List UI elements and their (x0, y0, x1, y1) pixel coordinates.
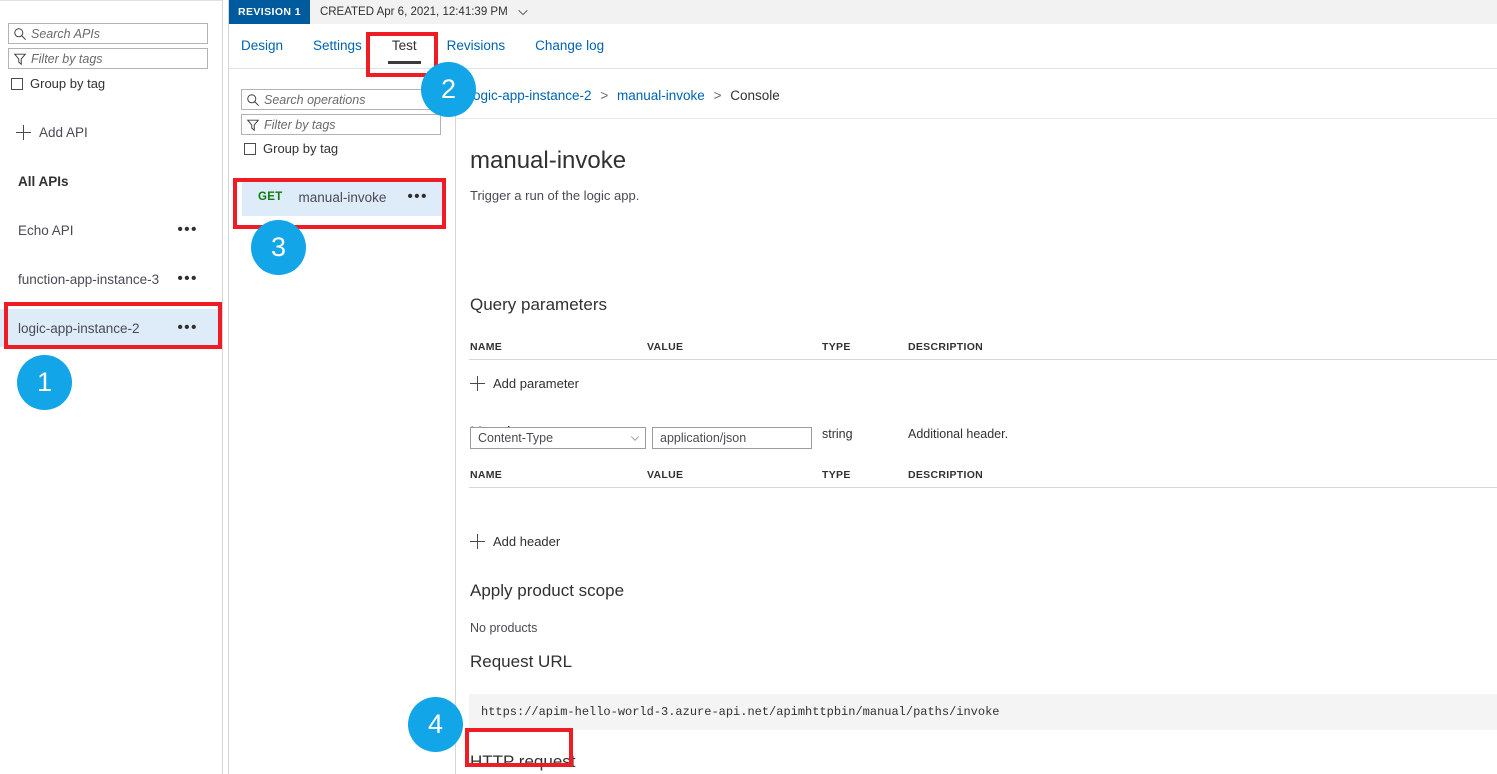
filter-by-tags-placeholder: Filter by tags (31, 52, 103, 66)
revision-badge: REVISION 1 (229, 0, 310, 24)
more-options-icon[interactable]: ••• (177, 324, 198, 332)
header-name-select[interactable]: Content-Type (470, 427, 646, 449)
step-badge-4: 4 (408, 697, 463, 752)
api-tab-strip: Design Settings Test Revisions Change lo… (229, 24, 1497, 68)
request-url-heading: Request URL (470, 652, 572, 672)
tab-change-log[interactable]: Change log (535, 38, 604, 55)
api-name: logic-app-instance-2 (18, 321, 140, 336)
sidebar-item-logic-app-instance-2[interactable]: logic-app-instance-2 ••• (0, 309, 222, 347)
qp-column-name: NAME (470, 341, 502, 353)
tab-design[interactable]: Design (241, 38, 283, 55)
product-scope-heading: Apply product scope (470, 581, 624, 601)
search-icon (13, 27, 27, 41)
hd-column-description: DESCRIPTION (908, 469, 983, 481)
query-parameters-heading: Query parameters (470, 295, 607, 315)
sidebar-divider (222, 0, 223, 774)
breadcrumb-item-api[interactable]: logic-app-instance-2 (470, 88, 592, 103)
breadcrumb-item-operation[interactable]: manual-invoke (617, 88, 705, 103)
operation-description: Trigger a run of the logic app. (470, 188, 639, 203)
search-icon (246, 93, 260, 107)
qp-column-description: DESCRIPTION (908, 341, 983, 353)
filter-icon (13, 52, 27, 66)
sidebar-item-echo-api[interactable]: Echo API ••• (0, 211, 222, 249)
search-apis-placeholder: Search APIs (31, 27, 100, 41)
page-title: manual-invoke (470, 147, 626, 175)
operations-group-by-tag-checkbox[interactable]: Group by tag (244, 141, 338, 156)
group-by-tag-label: Group by tag (30, 76, 105, 91)
operation-item-manual-invoke[interactable]: GET manual-invoke ••• (242, 178, 442, 216)
test-console: logic-app-instance-2 > manual-invoke > C… (456, 69, 1497, 774)
revision-bar: REVISION 1 CREATED Apr 6, 2021, 12:41:39… (229, 0, 1497, 24)
qp-column-value: VALUE (647, 341, 683, 353)
all-apis-heading: All APIs (18, 174, 69, 189)
breadcrumb: logic-app-instance-2 > manual-invoke > C… (470, 88, 780, 103)
checkbox-box (244, 143, 256, 155)
hd-column-type: TYPE (822, 469, 851, 481)
step-badge-2: 2 (421, 62, 476, 117)
request-url-box: https://apim-hello-world-3.azure-api.net… (469, 694, 1497, 730)
more-options-icon[interactable]: ••• (177, 275, 198, 283)
add-header-label: Add header (493, 534, 560, 549)
header-type-cell: string (822, 427, 853, 441)
tab-revisions[interactable]: Revisions (447, 38, 506, 55)
plus-icon (470, 534, 485, 549)
hd-column-value: VALUE (647, 469, 683, 481)
add-api-label: Add API (39, 125, 88, 140)
hd-column-name: NAME (470, 469, 502, 481)
add-parameter-label: Add parameter (493, 376, 579, 391)
more-options-icon[interactable]: ••• (177, 226, 198, 234)
filter-icon (246, 118, 260, 132)
search-apis-input[interactable]: Search APIs (8, 23, 208, 44)
operations-group-by-tag-label: Group by tag (263, 141, 338, 156)
filter-by-tags-input[interactable]: Filter by tags (8, 48, 208, 69)
breadcrumb-separator: > (714, 88, 722, 103)
search-operations-input[interactable]: Search operations (241, 89, 441, 110)
operations-filter-placeholder: Filter by tags (264, 118, 336, 132)
step-badge-1: 1 (17, 355, 72, 410)
http-request-heading: HTTP request (470, 752, 576, 772)
step-badge-3: 3 (251, 220, 306, 275)
chevron-down-icon[interactable] (516, 5, 530, 19)
breadcrumb-rule (456, 118, 1497, 119)
qp-table-rule (469, 359, 1497, 360)
add-header-button[interactable]: Add header (470, 534, 560, 549)
api-name: function-app-instance-3 (18, 272, 159, 287)
sidebar-item-function-app-instance-3[interactable]: function-app-instance-3 ••• (0, 260, 222, 298)
operation-name-label: manual-invoke (299, 190, 387, 205)
operations-panel: Search operations Filter by tags Group b… (229, 69, 455, 774)
add-parameter-button[interactable]: Add parameter (470, 376, 579, 391)
more-options-icon[interactable]: ••• (407, 193, 428, 201)
header-value-text: application/json (660, 431, 746, 445)
tab-test[interactable]: Test (392, 38, 417, 55)
qp-column-type: TYPE (822, 341, 851, 353)
api-name: Echo API (18, 223, 74, 238)
tab-settings[interactable]: Settings (313, 38, 362, 55)
operations-filter-by-tags-input[interactable]: Filter by tags (241, 114, 441, 135)
no-products-text: No products (470, 621, 537, 635)
hd-table-rule (469, 487, 1497, 488)
header-value-input[interactable]: application/json (652, 427, 812, 449)
header-name-value: Content-Type (478, 431, 629, 445)
api-management-test-console: Search APIs Filter by tags Group by tag … (0, 0, 1497, 774)
plus-icon (470, 376, 485, 391)
header-description-cell: Additional header. (908, 427, 1008, 441)
add-api-button[interactable]: Add API (16, 125, 88, 140)
breadcrumb-item-console: Console (730, 88, 780, 103)
revision-created-text: CREATED Apr 6, 2021, 12:41:39 PM (320, 6, 508, 18)
operation-method-badge: GET (258, 191, 283, 203)
checkbox-box (11, 78, 23, 90)
breadcrumb-separator: > (600, 88, 608, 103)
chevron-down-icon (629, 432, 641, 444)
group-by-tag-checkbox[interactable]: Group by tag (11, 76, 105, 91)
plus-icon (16, 125, 31, 140)
request-url-text: https://apim-hello-world-3.azure-api.net… (481, 705, 999, 719)
search-operations-placeholder: Search operations (264, 93, 365, 107)
